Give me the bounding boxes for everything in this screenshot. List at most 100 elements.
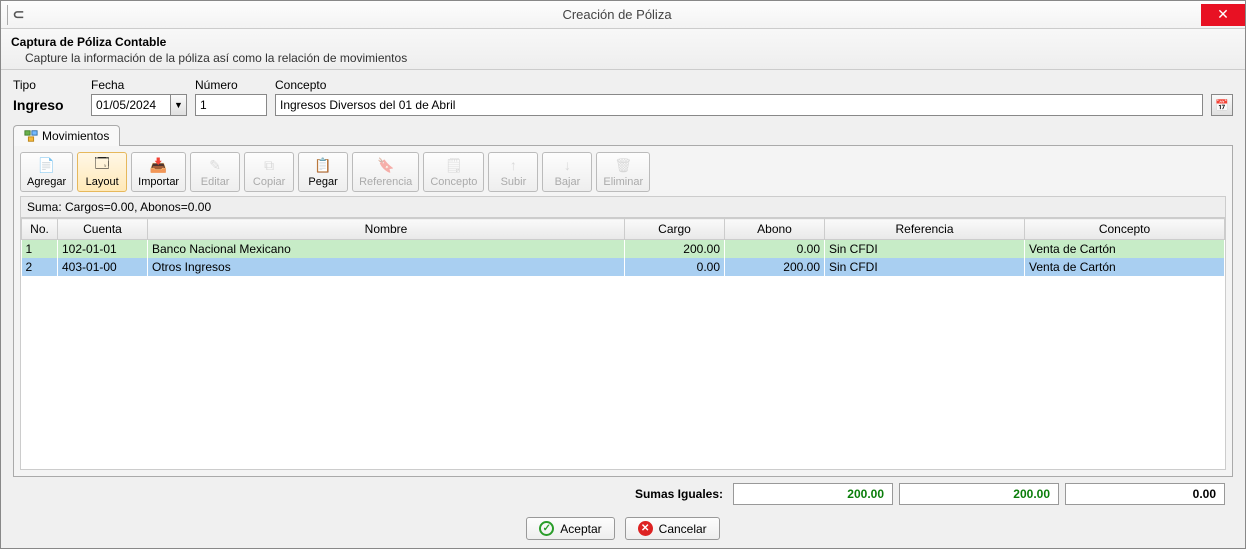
- tab-movimientos[interactable]: Movimientos: [13, 125, 120, 146]
- col-no[interactable]: No.: [22, 219, 58, 240]
- total-diff: 0.00: [1065, 483, 1225, 505]
- header-section: Captura de Póliza Contable Capture la in…: [1, 29, 1245, 70]
- add-icon: 📄: [38, 156, 56, 174]
- table-header-row: No. Cuenta Nombre Cargo Abono Referencia…: [22, 219, 1225, 240]
- copiar-button[interactable]: ⧉ Copiar: [244, 152, 294, 192]
- copy-icon: ⧉: [260, 156, 278, 174]
- window-title: Creación de Póliza: [33, 7, 1201, 22]
- totals-row: Sumas Iguales: 200.00 200.00 0.00: [13, 477, 1233, 511]
- date-picker-button[interactable]: 📅: [1211, 94, 1233, 116]
- layout-button[interactable]: 🗔 Layout: [77, 152, 127, 192]
- grid[interactable]: No. Cuenta Nombre Cargo Abono Referencia…: [20, 217, 1226, 470]
- label-fecha: Fecha: [91, 78, 187, 92]
- referencia-label: Referencia: [359, 176, 412, 188]
- edit-icon: ✎: [206, 156, 224, 174]
- concept-icon: 🗒: [445, 156, 463, 174]
- eliminar-button[interactable]: 🗑 Eliminar: [596, 152, 650, 192]
- close-icon: ✕: [1217, 6, 1229, 23]
- cell-abono: 200.00: [725, 258, 825, 276]
- sum-line: Suma: Cargos=0.00, Abonos=0.00: [20, 196, 1226, 217]
- layout-icon: 🗔: [93, 156, 111, 174]
- down-icon: ↓: [558, 156, 576, 174]
- calendar-icon: 📅: [1215, 99, 1229, 112]
- agregar-button[interactable]: 📄 Agregar: [20, 152, 73, 192]
- aceptar-button[interactable]: ✓ Aceptar: [526, 517, 614, 540]
- chevron-down-icon: ▼: [174, 100, 183, 110]
- col-concepto[interactable]: Concepto: [1025, 219, 1225, 240]
- cell-concepto: Venta de Cartón: [1025, 240, 1225, 259]
- numero-input[interactable]: [195, 94, 267, 116]
- total-cargo: 200.00: [733, 483, 893, 505]
- subir-label: Subir: [501, 176, 527, 188]
- total-abono: 200.00: [899, 483, 1059, 505]
- pegar-button[interactable]: 📋 Pegar: [298, 152, 348, 192]
- ok-icon: ✓: [539, 521, 554, 536]
- window: ⊂ Creación de Póliza ✕ Captura de Póliza…: [0, 0, 1246, 549]
- concepto-button[interactable]: 🗒 Concepto: [423, 152, 484, 192]
- totals-label: Sumas Iguales:: [635, 487, 723, 501]
- agregar-label: Agregar: [27, 176, 66, 188]
- cell-no: 2: [22, 258, 58, 276]
- cell-referencia: Sin CFDI: [825, 258, 1025, 276]
- app-icon: ⊂: [7, 5, 27, 25]
- header-title: Captura de Póliza Contable: [11, 35, 1235, 49]
- fecha-dropdown-button[interactable]: ▼: [171, 94, 187, 116]
- tabs-bar: Movimientos: [13, 124, 1233, 145]
- editar-button[interactable]: ✎ Editar: [190, 152, 240, 192]
- cell-cuenta: 403-01-00: [58, 258, 148, 276]
- subir-button[interactable]: ↑ Subir: [488, 152, 538, 192]
- cell-nombre: Otros Ingresos: [148, 258, 625, 276]
- cell-nombre: Banco Nacional Mexicano: [148, 240, 625, 259]
- cancelar-label: Cancelar: [659, 522, 707, 536]
- importar-label: Importar: [138, 176, 179, 188]
- bajar-button[interactable]: ↓ Bajar: [542, 152, 592, 192]
- cell-cuenta: 102-01-01: [58, 240, 148, 259]
- up-icon: ↑: [504, 156, 522, 174]
- movements-table: No. Cuenta Nombre Cargo Abono Referencia…: [21, 218, 1225, 276]
- col-referencia[interactable]: Referencia: [825, 219, 1025, 240]
- movimientos-icon: [24, 129, 38, 143]
- cell-concepto: Venta de Cartón: [1025, 258, 1225, 276]
- action-bar: ✓ Aceptar ✕ Cancelar: [13, 511, 1233, 548]
- col-nombre[interactable]: Nombre: [148, 219, 625, 240]
- concepto-label: Concepto: [430, 176, 477, 188]
- field-labels: Tipo Fecha Número Concepto: [13, 78, 1233, 92]
- delete-icon: 🗑: [614, 156, 632, 174]
- col-abono[interactable]: Abono: [725, 219, 825, 240]
- concepto-input[interactable]: [275, 94, 1203, 116]
- col-cargo[interactable]: Cargo: [625, 219, 725, 240]
- importar-button[interactable]: 📥 Importar: [131, 152, 186, 192]
- cancel-icon: ✕: [638, 521, 653, 536]
- cancelar-button[interactable]: ✕ Cancelar: [625, 517, 720, 540]
- paste-icon: 📋: [314, 156, 332, 174]
- referencia-button[interactable]: 🔖 Referencia: [352, 152, 419, 192]
- label-concepto: Concepto: [275, 78, 326, 92]
- titlebar: ⊂ Creación de Póliza ✕: [1, 1, 1245, 29]
- aceptar-label: Aceptar: [560, 522, 601, 536]
- editar-label: Editar: [201, 176, 230, 188]
- cell-no: 1: [22, 240, 58, 259]
- date-wrap: ▼: [91, 94, 187, 116]
- form-area: Tipo Fecha Número Concepto Ingreso ▼ 📅 M…: [1, 70, 1245, 548]
- toolbar: 📄 Agregar 🗔 Layout 📥 Importar ✎ Editar ⧉ Copi…: [20, 152, 1226, 192]
- tab-label: Movimientos: [42, 129, 109, 143]
- import-icon: 📥: [150, 156, 168, 174]
- cell-cargo: 0.00: [625, 258, 725, 276]
- col-cuenta[interactable]: Cuenta: [58, 219, 148, 240]
- table-row[interactable]: 2403-01-00Otros Ingresos0.00200.00Sin CF…: [22, 258, 1225, 276]
- close-button[interactable]: ✕: [1201, 4, 1245, 26]
- table-row[interactable]: 1102-01-01Banco Nacional Mexicano200.000…: [22, 240, 1225, 259]
- reference-icon: 🔖: [377, 156, 395, 174]
- copiar-label: Copiar: [253, 176, 285, 188]
- cell-referencia: Sin CFDI: [825, 240, 1025, 259]
- bajar-label: Bajar: [555, 176, 581, 188]
- tipo-value: Ingreso: [13, 97, 83, 113]
- cell-cargo: 200.00: [625, 240, 725, 259]
- eliminar-label: Eliminar: [603, 176, 643, 188]
- fecha-input[interactable]: [91, 94, 171, 116]
- label-numero: Número: [195, 78, 267, 92]
- layout-label: Layout: [86, 176, 119, 188]
- pegar-label: Pegar: [308, 176, 337, 188]
- field-row: Ingreso ▼ 📅: [13, 94, 1233, 116]
- header-subtitle: Capture la información de la póliza así …: [11, 51, 1235, 65]
